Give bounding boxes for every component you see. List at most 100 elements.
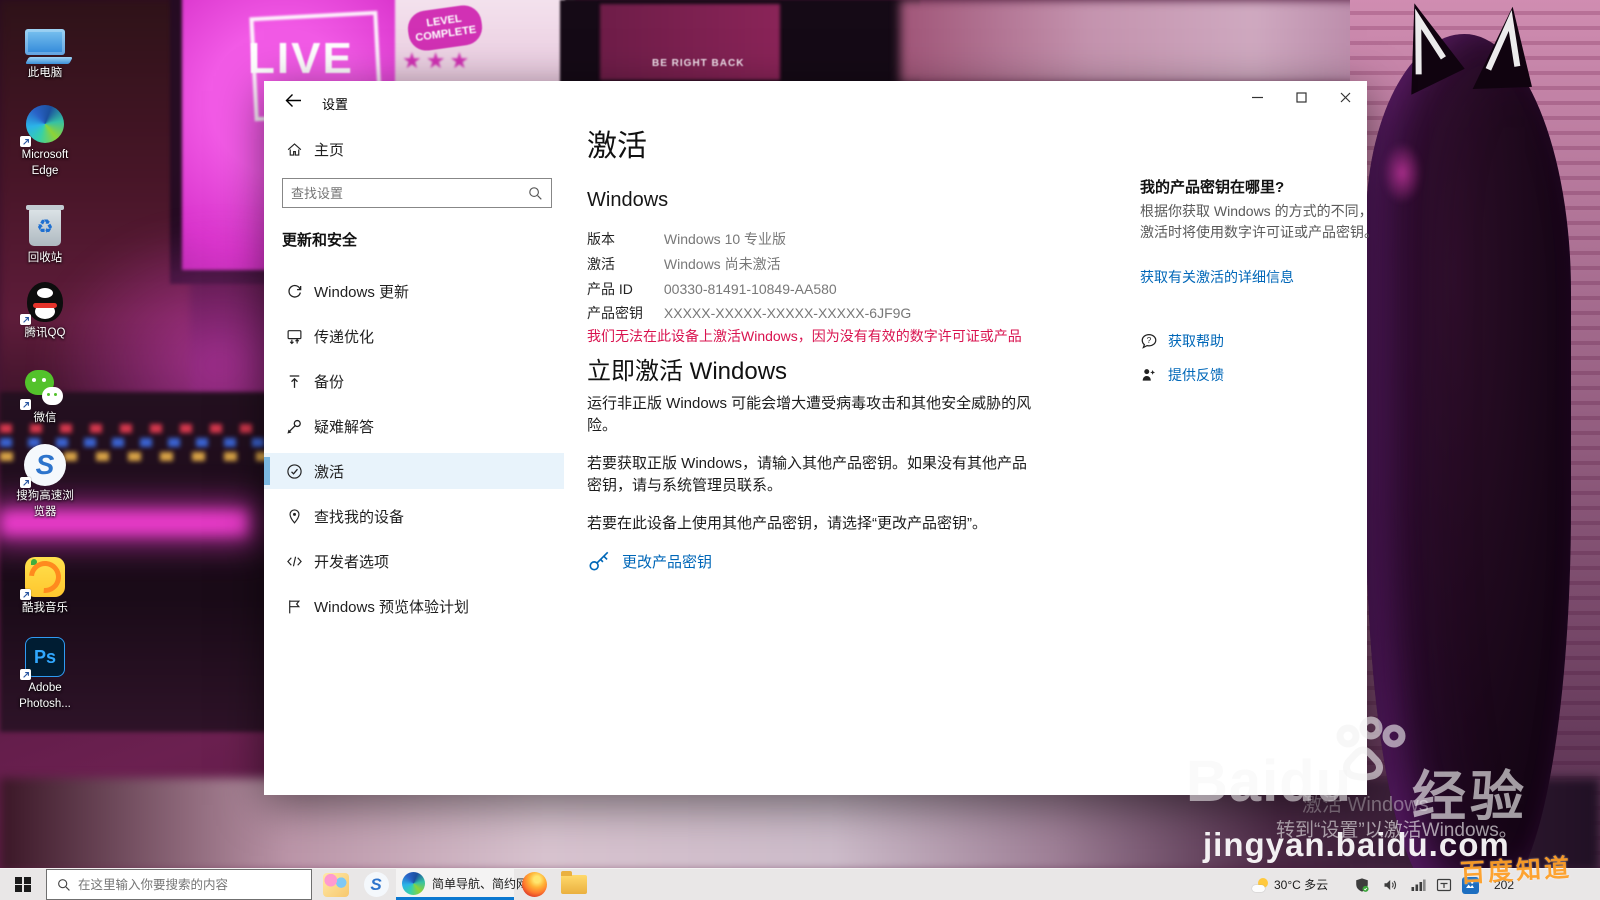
desktop-icon-qq[interactable]: 腾讯QQ <box>2 280 88 340</box>
back-button[interactable] <box>276 86 310 114</box>
wechat-icon <box>25 368 65 406</box>
sidebar-item-delivery-optimization[interactable]: 传递优化 <box>264 318 564 354</box>
change-product-key-link[interactable]: 更改产品密钥 <box>587 549 712 573</box>
search-icon <box>57 878 71 892</box>
maximize-button[interactable] <box>1279 81 1323 113</box>
sidebar-item-find-my-device[interactable]: 查找我的设备 <box>264 498 564 534</box>
desktop-icon-this-pc[interactable]: 此电脑 <box>2 20 88 80</box>
desktop-icon-kuwo[interactable]: 酷我音乐 <box>2 555 88 615</box>
settings-search-box[interactable] <box>282 178 552 208</box>
activation-check-icon <box>286 463 303 480</box>
minimize-button[interactable] <box>1235 81 1279 113</box>
weather-sun-cloud-icon <box>1252 878 1269 892</box>
settings-search-input[interactable] <box>283 186 528 201</box>
wallpaper-blinds-shade <box>1350 0 1600 880</box>
start-button[interactable] <box>0 869 46 900</box>
sidebar-item-backup[interactable]: 备份 <box>264 363 564 399</box>
blue-app-icon <box>1462 877 1479 894</box>
sogou-icon: S <box>364 872 389 897</box>
info-label: 激活 <box>587 254 660 274</box>
sidebar-item-windows-update[interactable]: Windows 更新 <box>264 273 564 309</box>
icon-label: 回收站 <box>28 251 63 265</box>
icon-label: 览器 <box>34 505 57 519</box>
input-method-icon[interactable] <box>1434 875 1454 895</box>
icon-label: Microsoft <box>22 148 69 162</box>
sidebar-item-home[interactable]: 主页 <box>264 133 564 165</box>
wallpaper-level-complete-badge: LEVEL COMPLETE <box>406 3 485 53</box>
taskbar-edge-button[interactable]: 简单导航、简约网... <box>396 869 514 900</box>
backup-icon <box>286 373 303 390</box>
sidebar-item-troubleshoot[interactable]: 疑难解答 <box>264 408 564 444</box>
shortcut-arrow-icon <box>20 669 31 680</box>
search-highlights-button[interactable] <box>316 869 356 900</box>
window-title: 设置 <box>322 94 348 113</box>
recycle-bin-icon: ♻ <box>29 208 61 246</box>
info-value: Windows 10 专业版 <box>664 231 786 247</box>
firefox-icon <box>522 872 547 897</box>
sidebar-item-activation[interactable]: 激活 <box>264 453 564 489</box>
sidebar-item-label: 开发者选项 <box>314 551 389 572</box>
windows-update-icon <box>286 283 303 300</box>
developer-options-icon <box>286 553 303 570</box>
home-icon <box>286 141 303 158</box>
sidebar-item-developer-options[interactable]: 开发者选项 <box>264 543 564 579</box>
page-title: 激活 <box>587 121 647 165</box>
info-row-edition: 版本 Windows 10 专业版 <box>587 229 786 249</box>
taskbar: S 简单导航、简约网... 30°C 多云 <box>0 868 1600 900</box>
get-help-link[interactable]: ? 获取帮助 <box>1140 331 1224 351</box>
wallpaper-pink-blur <box>900 0 1370 84</box>
network-icon[interactable] <box>1408 875 1428 895</box>
windows-insider-icon <box>286 598 303 615</box>
desktop-icon-photoshop[interactable]: Ps Adobe Photosh... <box>2 635 88 712</box>
info-row-product-id: 产品 ID 00330-81491-10849-AA580 <box>587 279 837 299</box>
give-feedback-link[interactable]: 提供反馈 <box>1140 365 1224 385</box>
desktop-icon-recycle-bin[interactable]: ♻ 回收站 <box>2 205 88 265</box>
desktop-icon-edge[interactable]: Microsoft Edge <box>2 102 88 179</box>
activation-info-link[interactable]: 获取有关激活的详细信息 <box>1140 267 1294 287</box>
photoshop-icon: Ps <box>25 637 65 677</box>
info-value: 00330-81491-10849-AA580 <box>664 281 837 297</box>
info-row-activation: 激活 Windows 尚未激活 <box>587 254 781 274</box>
volume-icon[interactable] <box>1380 875 1400 895</box>
desktop-icon-sogou[interactable]: S 搜狗高速浏 览器 <box>2 443 88 520</box>
wallpaper-brb-screen <box>600 4 780 80</box>
taskbar-sogou-button[interactable]: S <box>356 869 396 900</box>
info-value: XXXXX-XXXXX-XXXXX-XXXXX-6JF9G <box>664 305 911 321</box>
info-value: Windows 尚未激活 <box>664 256 781 272</box>
sidebar-item-label: 传递优化 <box>314 326 374 347</box>
weather-text: 30°C 多云 <box>1274 876 1328 893</box>
taskbar-search-box[interactable] <box>46 869 312 900</box>
close-button[interactable] <box>1323 81 1367 113</box>
wallpaper-live-text: LIVE <box>248 34 354 84</box>
qq-icon <box>27 282 63 322</box>
sidebar-item-label: 备份 <box>314 371 344 392</box>
folder-icon <box>561 875 587 894</box>
taskbar-firefox-button[interactable] <box>514 869 554 900</box>
icon-label: Photosh... <box>19 697 71 711</box>
icon-label: 搜狗高速浏 <box>16 489 74 503</box>
get-help-label: 获取帮助 <box>1168 331 1224 351</box>
windows-logo-icon <box>15 877 31 893</box>
icon-label: 此电脑 <box>28 66 63 80</box>
sidebar-item-windows-insider[interactable]: Windows 预览体验计划 <box>264 588 564 624</box>
windows-section-heading: Windows <box>587 189 668 212</box>
settings-window: 设置 主页 更新和安全 Windows 更新 传递优化 <box>264 81 1367 795</box>
desktop-icon-wechat[interactable]: 微信 <box>2 365 88 425</box>
weather-widget[interactable]: 30°C 多云 <box>1252 869 1352 900</box>
headphone-glow <box>1382 142 1422 204</box>
sidebar-item-label: 查找我的设备 <box>314 506 404 527</box>
tray-app-icon[interactable] <box>1460 875 1480 895</box>
edge-icon <box>402 872 425 895</box>
shortcut-arrow-icon <box>20 314 31 325</box>
icon-label: 酷我音乐 <box>22 601 68 615</box>
shortcut-arrow-icon <box>20 477 31 488</box>
security-shield-icon[interactable] <box>1352 875 1372 895</box>
wallpaper-brb-text: BE RIGHT BACK <box>652 58 744 69</box>
shortcut-arrow-icon <box>20 589 31 600</box>
taskbar-clock[interactable]: 202 <box>1494 869 1514 900</box>
taskbar-search-input[interactable] <box>78 878 311 892</box>
activation-error-text: 我们无法在此设备上激活Windows，因为没有有效的数字许可证或产品 <box>587 326 1022 346</box>
windows-activate-watermark-line2: 转到“设置”以激活Windows。 <box>1276 815 1518 842</box>
activate-now-heading: 立即激活 Windows <box>587 351 787 386</box>
taskbar-explorer-button[interactable] <box>554 869 594 900</box>
